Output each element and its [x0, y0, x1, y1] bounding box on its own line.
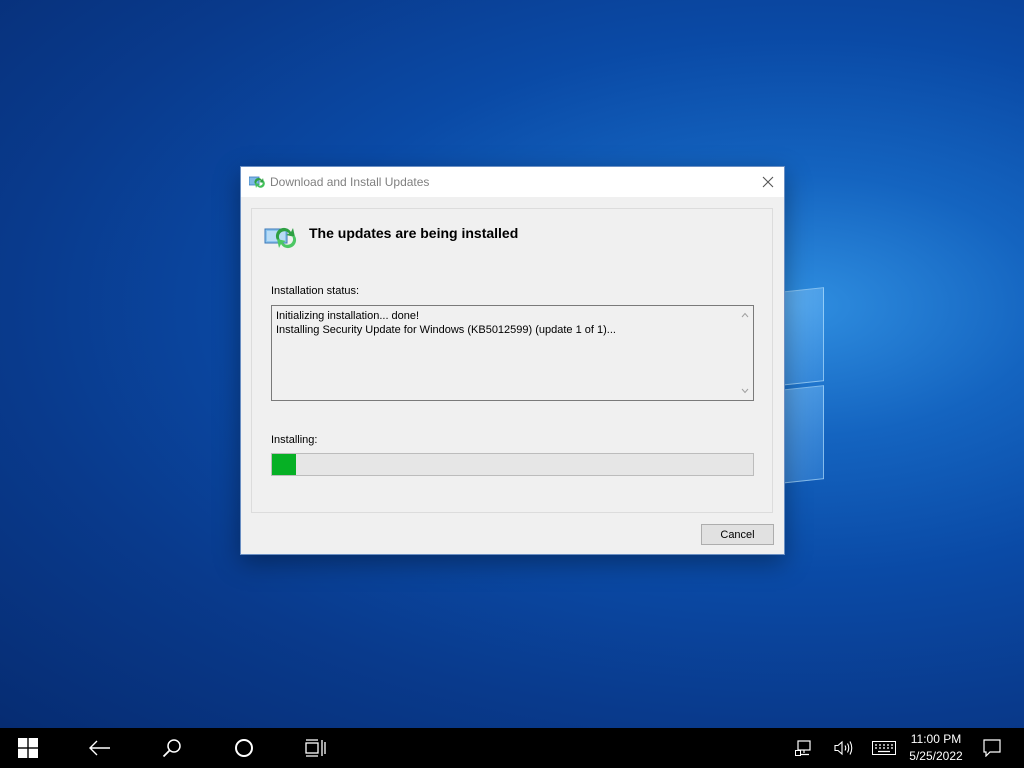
status-lines: Initializing installation... done! Insta…: [276, 309, 616, 337]
action-center-button[interactable]: [980, 728, 1004, 768]
chevron-up-icon: [741, 312, 749, 318]
task-view-icon: [305, 739, 326, 757]
content-panel: The updates are being installed Installa…: [251, 208, 773, 513]
installation-status-textbox[interactable]: Initializing installation... done! Insta…: [271, 305, 754, 401]
network-tray-button[interactable]: [792, 728, 816, 768]
start-button[interactable]: [4, 728, 52, 768]
search-icon: [162, 739, 181, 758]
update-dialog: Download and Install Updates The updates…: [240, 166, 785, 555]
network-icon: [795, 740, 811, 756]
back-button[interactable]: [76, 728, 124, 768]
close-button[interactable]: [752, 167, 784, 197]
close-icon: [762, 176, 774, 188]
task-view-button[interactable]: [292, 728, 340, 768]
windows-start-icon: [18, 738, 38, 758]
cortana-button[interactable]: [220, 728, 268, 768]
taskbar-clock[interactable]: 11:00 PM 5/25/2022: [900, 731, 972, 765]
status-line: Initializing installation... done!: [276, 310, 420, 322]
status-line: Installing Security Update for Windows (…: [276, 324, 616, 336]
cancel-button[interactable]: Cancel: [701, 524, 774, 545]
back-arrow-icon: [89, 740, 110, 756]
windows-update-icon: [249, 176, 265, 188]
progress-fill: [272, 454, 296, 475]
dialog-heading: The updates are being installed: [309, 225, 519, 241]
touch-keyboard-button[interactable]: [870, 728, 898, 768]
desktop-background: Download and Install Updates The updates…: [0, 0, 1024, 728]
touch-keyboard-icon: [872, 741, 896, 755]
action-center-icon: [983, 739, 1001, 757]
taskbar: 11:00 PM 5/25/2022: [0, 728, 1024, 768]
volume-tray-button[interactable]: [832, 728, 856, 768]
installation-status-label: Installation status:: [271, 285, 360, 297]
search-button[interactable]: [148, 728, 196, 768]
status-scrollbar[interactable]: [737, 306, 753, 400]
dialog-titlebar[interactable]: Download and Install Updates: [241, 167, 784, 197]
scroll-down-button[interactable]: [737, 384, 753, 398]
clock-time: 11:00 PM: [910, 732, 962, 746]
dialog-body: The updates are being installed Installa…: [241, 197, 784, 554]
progress-label: Installing:: [271, 434, 318, 446]
windows-update-icon: [264, 227, 297, 249]
volume-icon: [834, 740, 853, 756]
clock-date: 5/25/2022: [909, 749, 963, 763]
installation-progress-bar: [271, 453, 754, 476]
chevron-down-icon: [741, 388, 749, 394]
dialog-title: Download and Install Updates: [270, 175, 430, 189]
cortana-circle-icon: [235, 739, 253, 757]
scroll-up-button[interactable]: [737, 308, 753, 322]
